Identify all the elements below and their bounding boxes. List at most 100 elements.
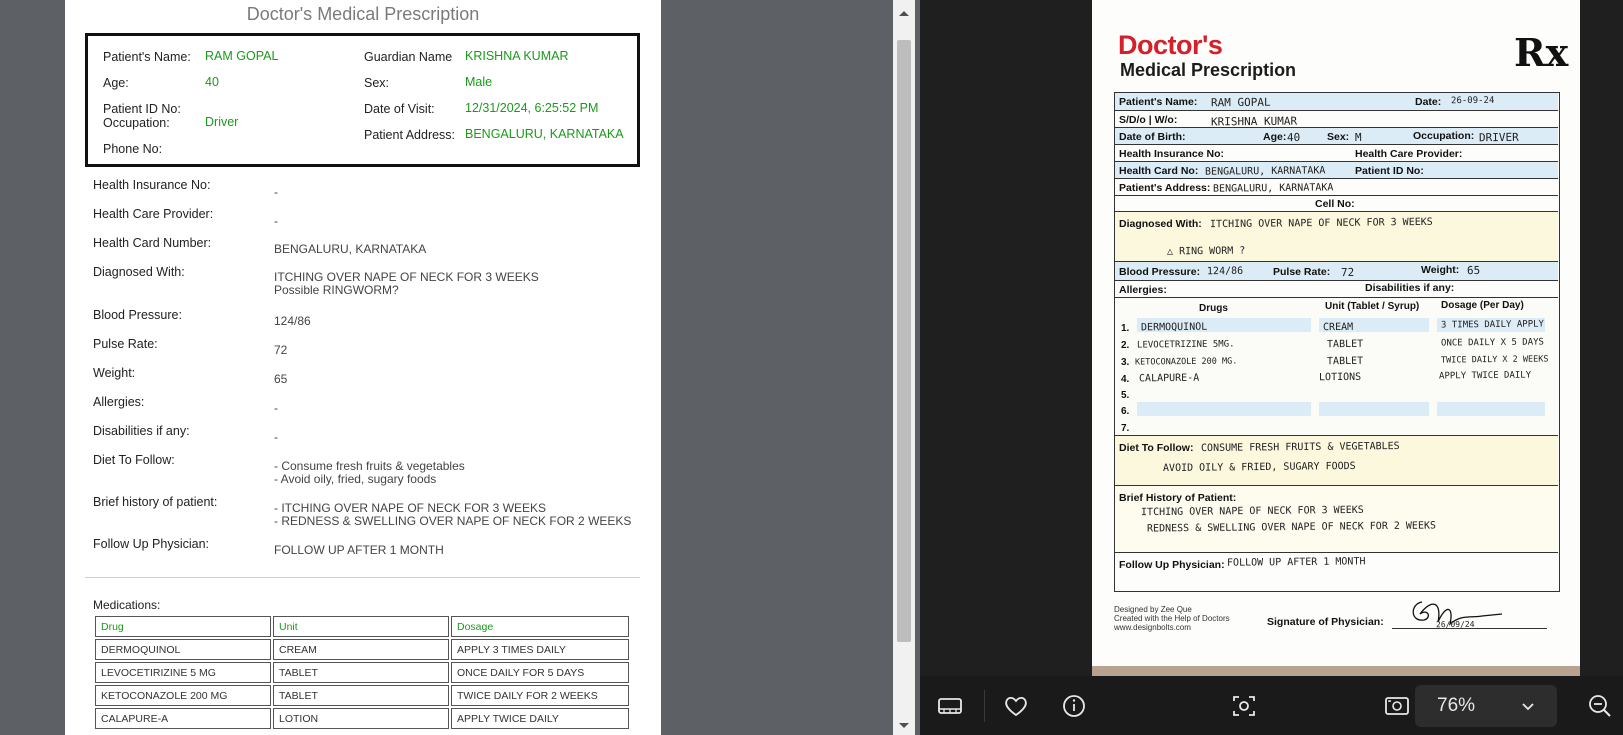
- form-label: Patient ID No:: [1355, 165, 1424, 177]
- visit-date-value: 12/31/2024, 6:25:52 PM: [465, 101, 599, 115]
- dosage-column-header: Dosage (Per Day): [1441, 300, 1524, 311]
- form-label: Follow Up Physician:: [1119, 559, 1225, 571]
- weight-value: 65: [274, 372, 288, 386]
- unit-cell: LOTION: [273, 708, 449, 729]
- history-label: Brief history of patient:: [93, 495, 218, 509]
- handwritten-text: LEVOCETRIZINE 5MG.: [1136, 339, 1235, 351]
- handwritten-text: 124/86: [1206, 265, 1244, 278]
- form-label: Patient's Address:: [1119, 182, 1211, 194]
- handwritten-text: 72: [1340, 265, 1355, 280]
- form-label: Diet To Follow:: [1119, 442, 1194, 454]
- row-number: 4.: [1121, 374, 1130, 385]
- health-card-value: BENGALURU, KARNATAKA: [274, 242, 427, 256]
- slideshow-icon[interactable]: [1383, 692, 1411, 720]
- followup-label: Follow Up Physician:: [93, 537, 210, 551]
- handwritten-text: LOTIONS: [1318, 371, 1362, 384]
- info-icon[interactable]: [1060, 692, 1088, 720]
- handwritten-text: ITCHING OVER NAPE OF NECK FOR 3 WEEKS: [1140, 504, 1364, 519]
- disabilities-value: -: [274, 430, 278, 444]
- form-row: Date of Birth: Age: 40 Sex: M Occupation…: [1115, 128, 1558, 145]
- age-label: Age:: [103, 76, 129, 90]
- unit-column-header: Unit (Tablet / Syrup): [1325, 301, 1420, 312]
- form-label: Allergies:: [1119, 284, 1167, 296]
- form-label: Occupation:: [1413, 130, 1475, 142]
- logo-doctors: Doctor's: [1118, 30, 1223, 60]
- crop-icon[interactable]: [1230, 692, 1258, 720]
- insurance-value: -: [274, 185, 278, 199]
- form-row: Cell No:: [1115, 196, 1558, 212]
- heart-icon[interactable]: [1002, 692, 1030, 720]
- viewer-toolbar: 76%: [920, 676, 1623, 735]
- handwritten-text: 26-09-24: [1450, 95, 1495, 107]
- form-row: Patient's Name: RAM GOPAL Date: 26-09-24: [1115, 93, 1558, 111]
- row-number: 6.: [1121, 406, 1130, 417]
- insurance-label: Health Insurance No:: [93, 178, 211, 192]
- scroll-up-arrow-icon[interactable]: [893, 4, 915, 22]
- row-number: 7.: [1121, 423, 1130, 434]
- patient-details-box: Patient's Name: RAM GOPAL Guardian Name …: [85, 33, 640, 167]
- designer-credit: Designed by Zee Que Created with the Hel…: [1114, 605, 1230, 632]
- handwritten-text: KETOCONAZOLE 200 MG.: [1134, 356, 1238, 368]
- form-label: Weight:: [1421, 264, 1460, 276]
- weight-label: Weight:: [93, 366, 136, 380]
- allergies-label: Allergies:: [93, 395, 145, 409]
- blood-pressure-value: 124/86: [274, 314, 311, 328]
- handwritten-text: CONSUME FRESH FRUITS & VEGETABLES: [1200, 440, 1400, 455]
- medications-table: Drug Unit Dosage DERMOQUINOL CREAM APPLY…: [93, 614, 631, 731]
- provider-value: -: [274, 214, 278, 228]
- provider-label: Health Care Provider:: [93, 207, 214, 221]
- handwritten-text: TABLET: [1326, 338, 1364, 351]
- form-label: Brief History of Patient:: [1119, 492, 1237, 504]
- scroll-down-arrow-icon[interactable]: [893, 717, 915, 735]
- sex-value: Male: [465, 75, 493, 89]
- handwritten-text: KRISHNA KUMAR: [1210, 114, 1298, 129]
- scanned-prescription-image: Doctor's Medical Prescription Rx Patient…: [1092, 0, 1580, 676]
- handwritten-text: BENGALURU, KARNATAKA: [1204, 165, 1326, 178]
- handwritten-text: 3 TIMES DAILY APPLY: [1440, 319, 1545, 331]
- form-row: Patient's Address: BENGALURU, KARNATAKA: [1115, 179, 1558, 196]
- form-label: S/D/o | W/o:: [1119, 114, 1178, 126]
- handwritten-text: APPLY TWICE DAILY: [1438, 370, 1532, 382]
- handwritten-text: REDNESS & SWELLING OVER NAPE OF NECK FOR…: [1146, 520, 1437, 535]
- drug-cell: KETOCONAZOLE 200 MG: [95, 685, 271, 706]
- logo-medical-prescription: Medical Prescription: [1120, 60, 1297, 80]
- dosage-cell: TWICE DAILY FOR 2 WEEKS: [451, 685, 629, 706]
- scrollbar-thumb[interactable]: [897, 40, 911, 642]
- guardian-name-label: Guardian Name: [364, 50, 453, 64]
- handwritten-text: DERMOQUINOL: [1140, 321, 1208, 334]
- form-row: Brief History of Patient: ITCHING OVER N…: [1115, 486, 1558, 553]
- dosage-cell: APPLY TWICE DAILY: [451, 708, 629, 729]
- diagnosis-label: Diagnosed With:: [93, 265, 185, 279]
- zoom-out-icon[interactable]: [1586, 692, 1614, 720]
- table-row: KETOCONAZOLE 200 MG TABLET TWICE DAILY F…: [95, 685, 629, 706]
- vertical-scrollbar[interactable]: [893, 0, 915, 735]
- filmstrip-icon[interactable]: [936, 692, 964, 720]
- form-label: Patient's Name:: [1119, 96, 1198, 108]
- row-number: 5.: [1121, 390, 1130, 401]
- history-value: - ITCHING OVER NAPE OF NECK FOR 3 WEEKS …: [274, 501, 632, 528]
- followup-value: FOLLOW UP AFTER 1 MONTH: [274, 543, 444, 557]
- form-label: Date of Birth:: [1119, 131, 1186, 143]
- unit-cell: CREAM: [273, 639, 449, 660]
- guardian-name-value: KRISHNA KUMAR: [465, 49, 569, 63]
- unit-cell: TABLET: [273, 662, 449, 683]
- chevron-down-icon[interactable]: [1519, 697, 1537, 715]
- form-label: Age:: [1263, 131, 1287, 143]
- visit-date-label: Date of Visit:: [364, 102, 435, 116]
- diet-value: - Consume fresh fruits & vegetables - Av…: [274, 459, 465, 486]
- drug-cell: DERMOQUINOL: [95, 639, 271, 660]
- drug-column-header: Drug: [95, 616, 271, 637]
- zoom-level-value: 76%: [1437, 695, 1476, 716]
- handwritten-text: M: [1354, 130, 1362, 145]
- drugs-section: Drugs Unit (Tablet / Syrup) Dosage (Per …: [1115, 298, 1558, 436]
- document-pane: Doctor's Medical Prescription Patient's …: [0, 0, 915, 735]
- table-row: LEVOCETIRIZINE 5 MG TABLET ONCE DAILY FO…: [95, 662, 629, 683]
- form-row: Blood Pressure: 124/86 Pulse Rate: 72 We…: [1115, 262, 1558, 281]
- signature-line: [1392, 628, 1547, 629]
- handwritten-text: FOLLOW UP AFTER 1 MONTH: [1226, 556, 1366, 569]
- form-label: Date:: [1415, 96, 1442, 108]
- zoom-level-dropdown[interactable]: 76%: [1415, 685, 1557, 727]
- handwritten-text: ONCE DAILY X 5 DAYS: [1440, 337, 1545, 349]
- table-row: DERMOQUINOL CREAM APPLY 3 TIMES DAILY: [95, 639, 629, 660]
- form-row: Allergies: Disabilities if any:: [1115, 281, 1558, 298]
